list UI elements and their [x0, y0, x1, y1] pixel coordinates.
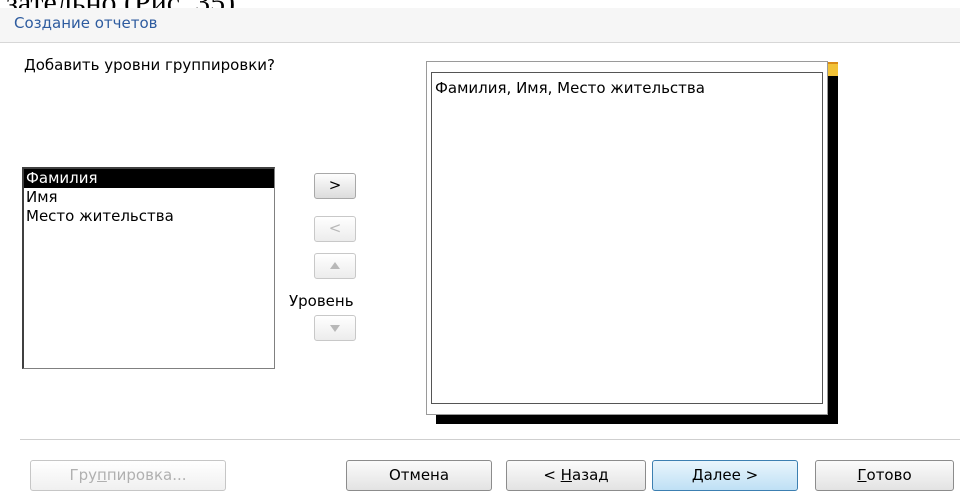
add-level-button[interactable]: >: [314, 173, 356, 199]
back-label-pre: <: [543, 466, 561, 484]
grouping-preview: Фамилия, Имя, Место жительства: [426, 61, 828, 415]
finish-label-post: отово: [866, 466, 912, 484]
field-item-mesto-zhitelstva[interactable]: Место жительства: [24, 207, 274, 226]
grouping-question: Добавить уровни группировки?: [24, 56, 275, 74]
field-item-familiya[interactable]: Фамилия: [24, 169, 274, 188]
finish-button[interactable]: Готово: [815, 460, 954, 491]
arrow-down-icon: [330, 325, 340, 332]
level-label: Уровень: [289, 292, 354, 310]
back-button[interactable]: < Назад: [506, 460, 646, 491]
grouping-label-pre: Гру: [69, 466, 98, 484]
wizard-title: Создание отчетов: [14, 14, 158, 32]
grouping-label-post: пировка...: [106, 466, 187, 484]
report-wizard-dialog: Создание отчетов Добавить уровни группир…: [0, 8, 960, 491]
cancel-button[interactable]: Отмена: [346, 460, 492, 491]
wizard-title-bar: Создание отчетов: [0, 8, 960, 43]
grouping-options-button[interactable]: Группировка...: [30, 460, 226, 491]
field-item-imya[interactable]: Имя: [24, 188, 274, 207]
grouping-label-mnemonic: п: [97, 466, 107, 484]
next-label-mnemonic: Д: [691, 466, 704, 484]
finish-label-mnemonic: Г: [857, 466, 867, 484]
preview-fields-text: Фамилия, Имя, Место жительства: [435, 79, 705, 97]
back-label-post: азад: [571, 466, 609, 484]
available-fields-list[interactable]: Фамилия Имя Место жительства: [22, 167, 275, 369]
remove-level-button[interactable]: <: [314, 216, 356, 242]
priority-up-button[interactable]: [314, 253, 356, 279]
arrow-up-icon: [330, 262, 340, 269]
preview-corner-marker: [828, 62, 838, 76]
button-separator: [20, 439, 960, 440]
next-label-post: алее >: [703, 466, 759, 484]
preview-group-box: Фамилия, Имя, Место жительства: [431, 72, 823, 404]
priority-down-button[interactable]: [314, 315, 356, 341]
next-button[interactable]: Далее >: [652, 460, 798, 491]
back-label-mnemonic: Н: [560, 466, 572, 484]
